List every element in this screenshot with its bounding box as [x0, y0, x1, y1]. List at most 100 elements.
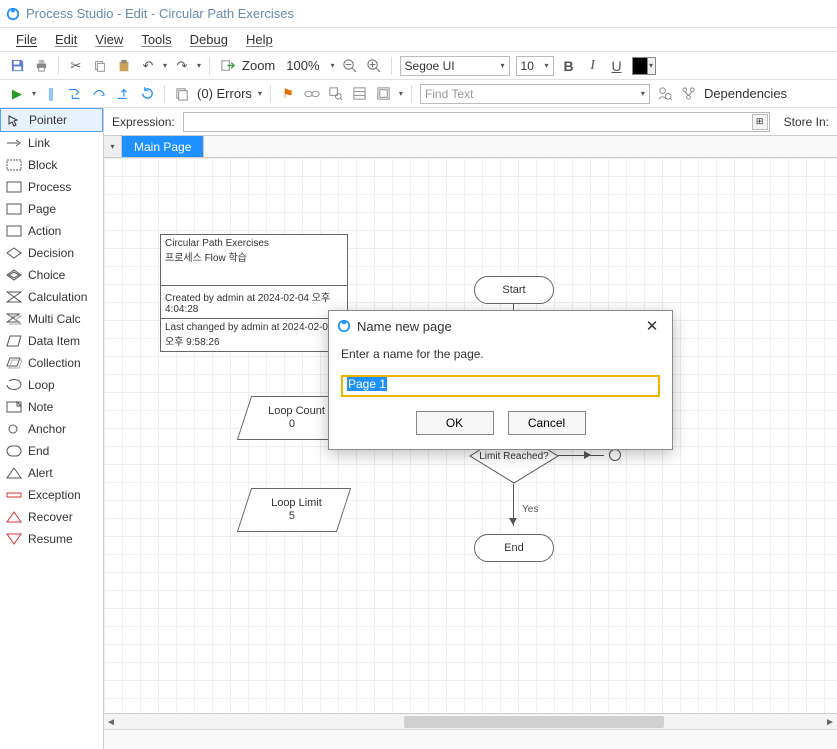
dialog-message: Enter a name for the page.	[341, 347, 660, 361]
process-info-box[interactable]: Circular Path Exercises 프로세스 Flow 학습 Cre…	[160, 234, 348, 352]
bold-button[interactable]: B	[560, 57, 578, 75]
arrow-icon	[584, 451, 591, 459]
undo-icon[interactable]: ↶	[139, 57, 157, 75]
palette-pointer[interactable]: Pointer	[0, 108, 103, 132]
info-title: Circular Path Exercises	[165, 238, 343, 249]
info-changed: Last changed by admin at 2024-02-04 오후 9…	[161, 319, 347, 351]
dialog-titlebar: Name new page ✕	[329, 311, 672, 341]
copy-icon[interactable]	[91, 57, 109, 75]
expression-expand-icon[interactable]: ⊞	[752, 114, 768, 130]
status-strip	[104, 729, 837, 749]
link-icon[interactable]	[303, 85, 321, 103]
expression-input[interactable]: ⊞	[183, 112, 770, 132]
palette-resume[interactable]: Resume	[0, 528, 103, 550]
redo-icon[interactable]: ↷	[173, 57, 191, 75]
save-icon[interactable]	[8, 57, 26, 75]
tabs-dropdown-icon[interactable]: ▾	[104, 136, 122, 157]
page-name-input[interactable]: Page 1	[341, 375, 660, 397]
page-tabs: ▾ Main Page	[104, 136, 837, 158]
reset-icon[interactable]	[138, 85, 156, 103]
zoom-out-icon[interactable]	[341, 57, 359, 75]
scroll-left-icon[interactable]: ◄	[104, 714, 118, 730]
palette-note[interactable]: Note	[0, 396, 103, 418]
separator	[391, 57, 392, 75]
italic-button[interactable]: I	[584, 57, 602, 75]
paste-icon[interactable]	[115, 57, 133, 75]
step-out-icon[interactable]	[114, 85, 132, 103]
palette-block[interactable]: Block	[0, 154, 103, 176]
errors-dropdown-icon[interactable]: ▾	[258, 89, 262, 98]
end-stage[interactable]: End	[474, 534, 554, 562]
anchor-stage[interactable]	[609, 449, 621, 461]
menu-help[interactable]: Help	[246, 32, 273, 47]
palette-multicalc[interactable]: Multi Calc	[0, 308, 103, 330]
zoom-value[interactable]: 100%	[281, 57, 324, 74]
recover-icon	[6, 511, 22, 523]
export-icon[interactable]	[218, 57, 236, 75]
zoom-in-icon[interactable]	[365, 57, 383, 75]
palette-collection[interactable]: Collection	[0, 352, 103, 374]
palette-action[interactable]: Action	[0, 220, 103, 242]
zoom-dropdown-icon[interactable]: ▾	[331, 61, 335, 70]
palette-link[interactable]: Link	[0, 132, 103, 154]
horizontal-scrollbar[interactable]: ◄ ►	[104, 713, 837, 729]
arrow-icon	[509, 518, 517, 525]
start-stage[interactable]: Start	[474, 276, 554, 304]
palette-dataitem[interactable]: Data Item	[0, 330, 103, 352]
menu-tools[interactable]: Tools	[141, 32, 171, 47]
palette-loop[interactable]: Loop	[0, 374, 103, 396]
scroll-right-icon[interactable]: ►	[823, 714, 837, 730]
separator	[411, 85, 412, 103]
palette-alert[interactable]: Alert	[0, 462, 103, 484]
data-loop-limit[interactable]: Loop Limit5	[237, 488, 351, 532]
cut-icon[interactable]: ✂	[67, 57, 85, 75]
search-process-icon[interactable]	[327, 85, 345, 103]
full-screen-icon[interactable]	[375, 85, 393, 103]
element-list-icon[interactable]	[351, 85, 369, 103]
alert-icon	[6, 467, 22, 479]
palette-exception[interactable]: Exception	[0, 484, 103, 506]
menu-file[interactable]: File	[16, 32, 37, 47]
palette-end[interactable]: End	[0, 440, 103, 462]
block-icon	[6, 159, 22, 171]
dialog-close-button[interactable]: ✕	[640, 314, 664, 338]
scroll-thumb[interactable]	[404, 716, 664, 728]
run-icon[interactable]: ▶	[8, 85, 26, 103]
pause-icon[interactable]: ∥	[42, 85, 60, 103]
menu-debug[interactable]: Debug	[190, 32, 228, 47]
find-input[interactable]: Find Text▾	[420, 84, 650, 104]
palette-anchor[interactable]: Anchor	[0, 418, 103, 440]
step-into-icon[interactable]	[66, 85, 84, 103]
underline-button[interactable]: U	[608, 57, 626, 75]
dependencies-icon[interactable]	[680, 85, 698, 103]
ok-button[interactable]: OK	[416, 411, 494, 435]
font-name-select[interactable]: Segoe UI▾	[400, 56, 510, 76]
palette-page[interactable]: Page	[0, 198, 103, 220]
run-dropdown-icon[interactable]: ▾	[32, 89, 36, 98]
tool-palette: Pointer Link Block Process Page Action D…	[0, 108, 104, 749]
action-icon	[6, 225, 22, 237]
font-size-select[interactable]: 10▾	[516, 56, 554, 76]
menu-view[interactable]: View	[95, 32, 123, 47]
redo-dropdown-icon[interactable]: ▾	[197, 61, 201, 70]
menu-edit[interactable]: Edit	[55, 32, 77, 47]
dependencies-label[interactable]: Dependencies	[704, 86, 787, 101]
palette-decision[interactable]: Decision	[0, 242, 103, 264]
decision-icon	[6, 247, 22, 259]
palette-choice[interactable]: Choice	[0, 264, 103, 286]
errors-icon[interactable]	[173, 85, 191, 103]
palette-recover[interactable]: Recover	[0, 506, 103, 528]
tab-main-page[interactable]: Main Page	[122, 136, 204, 157]
palette-calculation[interactable]: Calculation	[0, 286, 103, 308]
layout-dropdown-icon[interactable]: ▾	[399, 89, 403, 98]
print-icon[interactable]	[32, 57, 50, 75]
canvas-viewport[interactable]: Circular Path Exercises 프로세스 Flow 학습 Cre…	[104, 158, 837, 713]
cancel-button[interactable]: Cancel	[508, 411, 586, 435]
errors-label[interactable]: (0) Errors	[197, 86, 252, 101]
undo-dropdown-icon[interactable]: ▾	[163, 61, 167, 70]
step-over-icon[interactable]	[90, 85, 108, 103]
find-person-icon[interactable]	[656, 85, 674, 103]
flag-icon[interactable]: ⚑	[279, 85, 297, 103]
palette-process[interactable]: Process	[0, 176, 103, 198]
font-color-button[interactable]: ▾	[632, 57, 656, 75]
